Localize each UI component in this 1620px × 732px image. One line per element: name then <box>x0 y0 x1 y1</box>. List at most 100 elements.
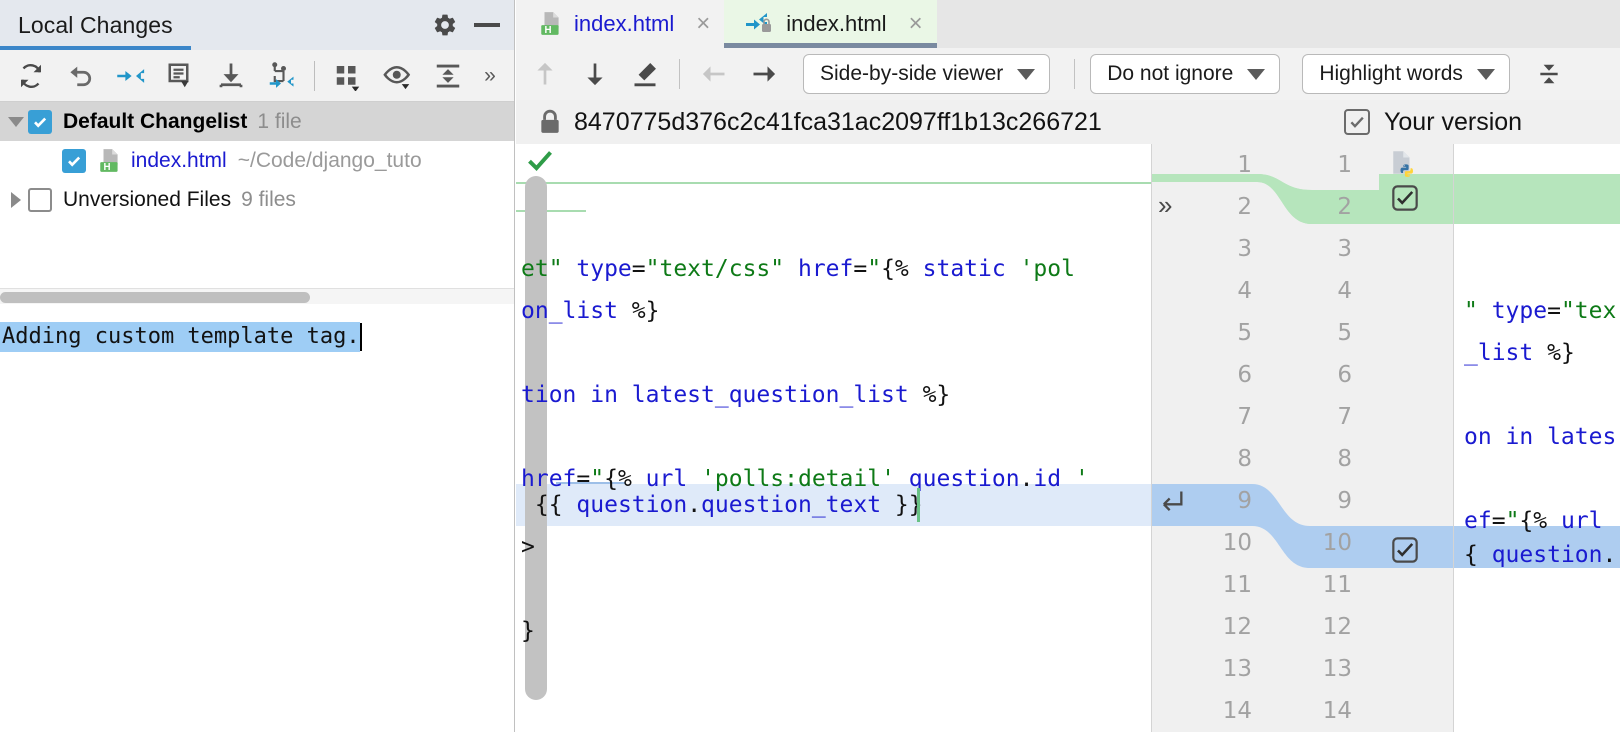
close-icon[interactable]: × <box>696 12 710 36</box>
tab-index-html-file[interactable]: H index.html × <box>516 0 725 48</box>
update-project-icon[interactable] <box>206 52 256 100</box>
editor-tabbar: H index.html × index.html × <box>516 0 1620 48</box>
code-line: > <box>521 534 535 560</box>
inserted-range-top-marker <box>516 182 1151 184</box>
code-line: et" type="text/css" href="{% static 'pol <box>521 256 1075 282</box>
code-line: tion in latest_question_list %} <box>521 382 951 408</box>
diff-body: et" type="text/css" href="{% static 'pol… <box>516 144 1620 732</box>
changes-tree: Default Changelist 1 file H index.html ~… <box>0 102 514 219</box>
left-line-number: 3 <box>1237 236 1252 262</box>
changelist-checkbox[interactable] <box>28 109 52 134</box>
next-file-icon[interactable] <box>739 51 789 97</box>
code-line: _list %} <box>1464 340 1575 366</box>
unversioned-label: Unversioned Files <box>63 187 232 211</box>
commit-message-field[interactable]: Adding custom template tag. <box>0 317 514 357</box>
unversioned-checkbox[interactable] <box>28 187 52 212</box>
tab-index-html-diff[interactable]: index.html × <box>724 0 937 48</box>
highlight-mode-dropdown[interactable]: Highlight words <box>1302 54 1510 94</box>
right-line-number: 6 <box>1337 362 1352 388</box>
refresh-icon[interactable] <box>6 52 56 100</box>
changelist-name: Default Changelist <box>63 109 248 133</box>
right-line-number: 9 <box>1337 488 1352 514</box>
left-line-number: 5 <box>1237 320 1252 346</box>
diff-right-gutter <box>1379 144 1453 732</box>
tree-row-unversioned-files[interactable]: Unversioned Files 9 files <box>0 180 514 219</box>
code-line: {{ question.question_text }} <box>534 492 923 518</box>
chevron-down-icon <box>1017 68 1036 80</box>
toolbar-separator <box>314 60 315 91</box>
editor-caret <box>917 488 920 522</box>
tab-local-changes[interactable]: Local Changes <box>0 0 191 50</box>
diff-status-ok-icon <box>526 146 554 174</box>
left-line-number: 1 <box>1237 152 1252 178</box>
viewer-mode-dropdown[interactable]: Side-by-side viewer <box>803 54 1051 94</box>
left-line-number: 2 <box>1237 194 1252 220</box>
hide-panel-icon[interactable] <box>474 23 500 27</box>
file-checkbox[interactable] <box>62 148 86 173</box>
toolbar-separator <box>679 59 680 89</box>
right-line-number: 4 <box>1337 278 1352 304</box>
group-by-icon[interactable] <box>323 52 373 100</box>
diff-header-left: 8470775d376c2c41fca31ac2097ff1b13c266721 <box>516 108 1102 137</box>
shelve-changes-icon[interactable] <box>256 52 306 100</box>
tree-row-index-html[interactable]: H index.html ~/Code/django_tuto <box>0 141 514 180</box>
your-version-label: Your version <box>1384 107 1523 136</box>
previous-difference-icon[interactable] <box>520 51 570 97</box>
show-ignored-icon[interactable] <box>373 52 423 100</box>
edit-source-icon[interactable] <box>620 51 670 97</box>
expand-collapse-icon[interactable] <box>423 52 473 100</box>
right-line-number: 11 <box>1322 572 1352 598</box>
chevron-down-icon <box>1476 68 1495 80</box>
diff-pane-left[interactable]: et" type="text/css" href="{% static 'pol… <box>516 144 1151 732</box>
right-line-number: 10 <box>1322 530 1352 556</box>
accept-change-checkbox-icon[interactable] <box>1391 536 1419 564</box>
file-path: ~/Code/django_tuto <box>237 148 422 172</box>
line-break-marker-icon[interactable] <box>1158 489 1186 515</box>
hscrollbar-thumb[interactable] <box>0 292 310 303</box>
changelist-file-count: 1 file <box>257 109 302 133</box>
tree-row-default-changelist[interactable]: Default Changelist 1 file <box>0 102 514 141</box>
html-file-icon: H <box>97 148 123 174</box>
editor-tab-label: index.html <box>786 11 887 36</box>
right-line-number: 2 <box>1337 194 1352 220</box>
commit-message-text: Adding custom template tag. <box>0 322 360 352</box>
right-line-number: 1 <box>1337 152 1352 178</box>
close-icon[interactable]: × <box>909 12 923 36</box>
toolbar-separator <box>1074 59 1076 89</box>
diff-pane-right[interactable]: " type="tex _list %} on in lates ef="{% … <box>1453 144 1620 732</box>
previous-file-icon[interactable] <box>689 51 739 97</box>
next-difference-icon[interactable] <box>570 51 620 97</box>
right-line-number: 7 <box>1337 404 1352 430</box>
editor-tab-label: index.html <box>574 11 675 36</box>
left-line-number: 4 <box>1237 278 1252 304</box>
accept-change-icon[interactable]: » <box>1158 192 1172 218</box>
code-line: on_list %} <box>521 298 660 324</box>
expander-right-icon[interactable] <box>4 191 28 208</box>
settings-gear-icon[interactable] <box>432 12 458 38</box>
left-line-number: 10 <box>1222 530 1252 556</box>
local-changes-tab-label: Local Changes <box>18 11 173 38</box>
changes-tree-hscrollbar[interactable] <box>0 288 514 304</box>
right-line-number: 8 <box>1337 446 1352 472</box>
show-diff-icon[interactable] <box>156 52 206 100</box>
rollback-icon[interactable] <box>56 52 106 100</box>
collapse-unchanged-fragments-icon[interactable] <box>1524 51 1574 97</box>
left-line-number: 13 <box>1222 656 1252 682</box>
diff-headers: 8470775d376c2c41fca31ac2097ff1b13c266721… <box>516 100 1620 144</box>
right-line-number: 12 <box>1322 614 1352 640</box>
overflow-icon[interactable]: » <box>473 52 507 100</box>
python-file-icon <box>1387 150 1417 180</box>
left-line-number: 12 <box>1222 614 1252 640</box>
right-line-number: 13 <box>1322 656 1352 682</box>
checkbox-icon <box>1344 109 1370 135</box>
revision-hash: 8470775d376c2c41fca31ac2097ff1b13c266721 <box>574 107 1102 136</box>
code-line: on in lates <box>1464 424 1617 450</box>
diff-header-right: Your version <box>1344 108 1522 137</box>
lock-icon <box>538 109 562 135</box>
tabbar-empty-area <box>936 0 1620 48</box>
expander-down-icon[interactable] <box>4 116 28 127</box>
whitespace-mode-dropdown[interactable]: Do not ignore <box>1090 54 1281 94</box>
commit-icon[interactable] <box>106 52 156 100</box>
inserted-line-highlight <box>1454 174 1620 224</box>
accept-change-checkbox-icon[interactable] <box>1391 184 1419 212</box>
